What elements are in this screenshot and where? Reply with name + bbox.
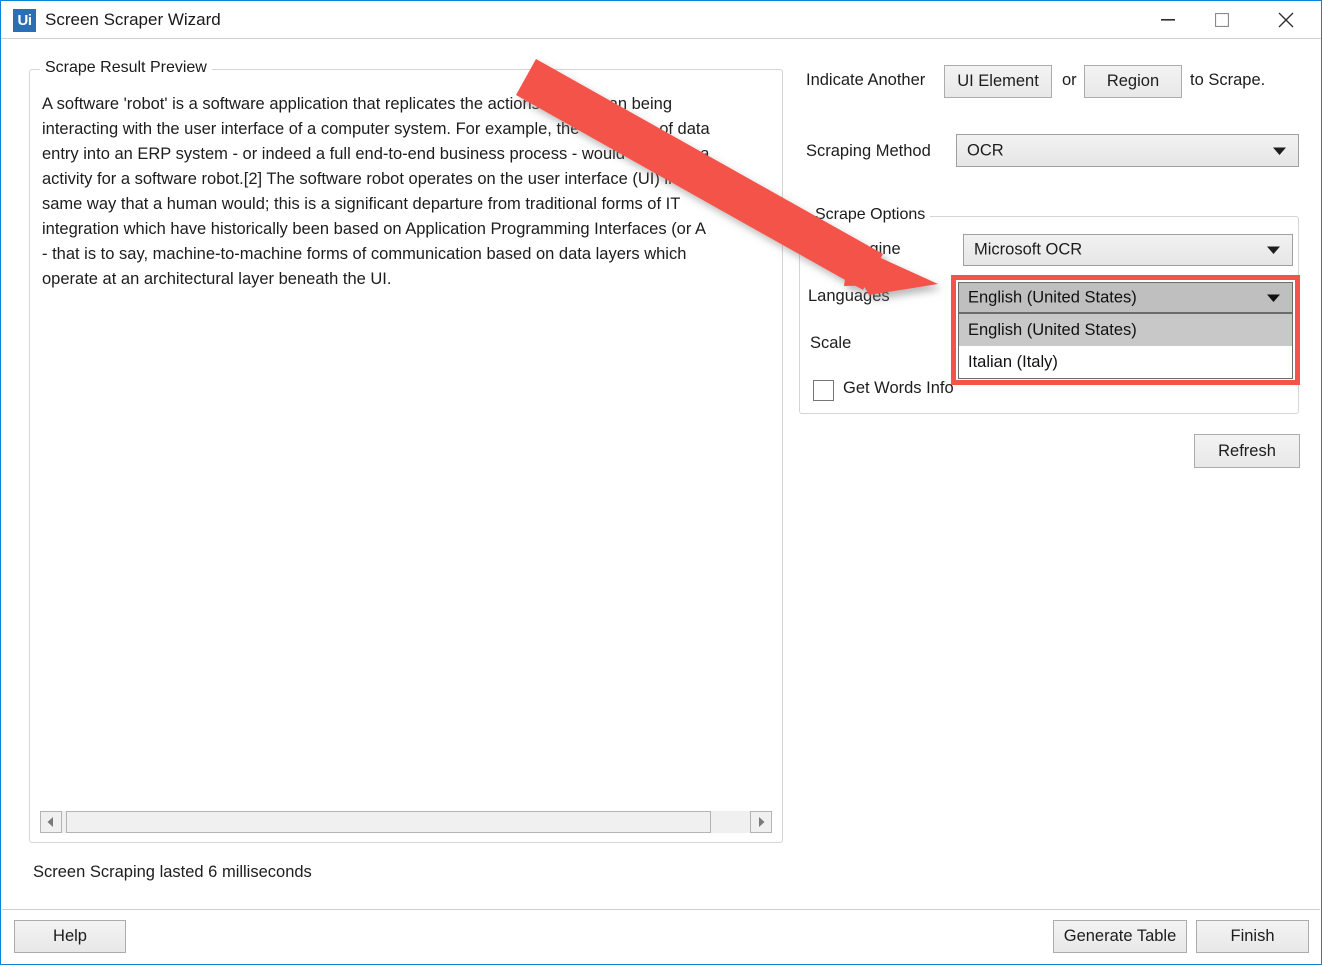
minimize-button[interactable] <box>1145 1 1191 38</box>
languages-option-english-united-states[interactable]: English (United States) <box>959 314 1292 346</box>
languages-dropdown-list[interactable]: English (United States) Italian (Italy) <box>958 313 1293 379</box>
scrape-result-preview-title: Scrape Result Preview <box>40 59 212 77</box>
or-label: or <box>1062 71 1077 90</box>
ocr-engine-value: Microsoft OCR <box>974 241 1082 260</box>
preview-line: activity for a software robot.[2] The so… <box>42 167 772 192</box>
refresh-button[interactable]: Refresh <box>1194 434 1300 468</box>
chevron-down-icon <box>1267 288 1280 307</box>
screen-scraper-wizard-window: Ui Screen Scraper Wizard Scrape Result P… <box>0 0 1322 965</box>
help-button[interactable]: Help <box>14 920 126 953</box>
chevron-down-icon <box>1273 141 1286 160</box>
finish-button[interactable]: Finish <box>1196 920 1309 953</box>
title-bar: Ui Screen Scraper Wizard <box>1 1 1321 39</box>
footer-divider <box>2 909 1320 910</box>
maximize-button[interactable] <box>1199 1 1245 38</box>
get-words-info-checkbox[interactable] <box>813 380 834 401</box>
preview-line: interacting with the user interface of a… <box>42 117 772 142</box>
scrape-result-preview-group: Scrape Result Preview A software 'robot'… <box>29 69 783 843</box>
indicate-another-label: Indicate Another <box>806 71 925 90</box>
scrape-options-title: Scrape Options <box>810 206 930 224</box>
preview-line: entry into an ERP system - or indeed a f… <box>42 142 772 167</box>
uipath-logo-icon: Ui <box>13 9 36 32</box>
preview-line: integration which have historically been… <box>42 217 772 242</box>
ocr-engine-dropdown[interactable]: Microsoft OCR <box>963 234 1293 266</box>
scale-label: Scale <box>810 334 851 353</box>
scrollbar-thumb[interactable] <box>66 811 711 833</box>
chevron-down-icon <box>1267 241 1280 260</box>
close-button[interactable] <box>1263 1 1309 38</box>
scraping-method-label: Scraping Method <box>806 142 931 161</box>
status-message: Screen Scraping lasted 6 milliseconds <box>33 863 312 882</box>
get-words-info-label: Get Words Info <box>843 379 954 398</box>
languages-label: Languages <box>808 287 890 306</box>
window-title: Screen Scraper Wizard <box>45 10 221 30</box>
ocr-engine-label: OCR Engine <box>808 240 901 259</box>
preview-line: - that is to say, machine-to-machine for… <box>42 242 772 267</box>
languages-value: English (United States) <box>968 288 1137 307</box>
generate-table-button[interactable]: Generate Table <box>1053 920 1187 953</box>
languages-option-italian-italy[interactable]: Italian (Italy) <box>959 346 1292 378</box>
preview-line: same way that a human would; this is a s… <box>42 192 772 217</box>
preview-horizontal-scrollbar[interactable] <box>40 811 772 833</box>
scraping-method-value: OCR <box>967 141 1004 160</box>
scrape-result-preview-text: A software 'robot' is a software applica… <box>42 92 772 292</box>
indicate-ui-element-button[interactable]: UI Element <box>944 65 1052 98</box>
indicate-region-button[interactable]: Region <box>1084 65 1182 98</box>
preview-line: A software 'robot' is a software applica… <box>42 92 772 117</box>
scroll-left-arrow-icon[interactable] <box>40 811 62 833</box>
preview-line: operate at an architectural layer beneat… <box>42 267 772 292</box>
to-scrape-label: to Scrape. <box>1190 71 1265 90</box>
languages-dropdown[interactable]: English (United States) <box>958 282 1293 313</box>
scraping-method-dropdown[interactable]: OCR <box>956 134 1299 167</box>
scroll-right-arrow-icon[interactable] <box>750 811 772 833</box>
